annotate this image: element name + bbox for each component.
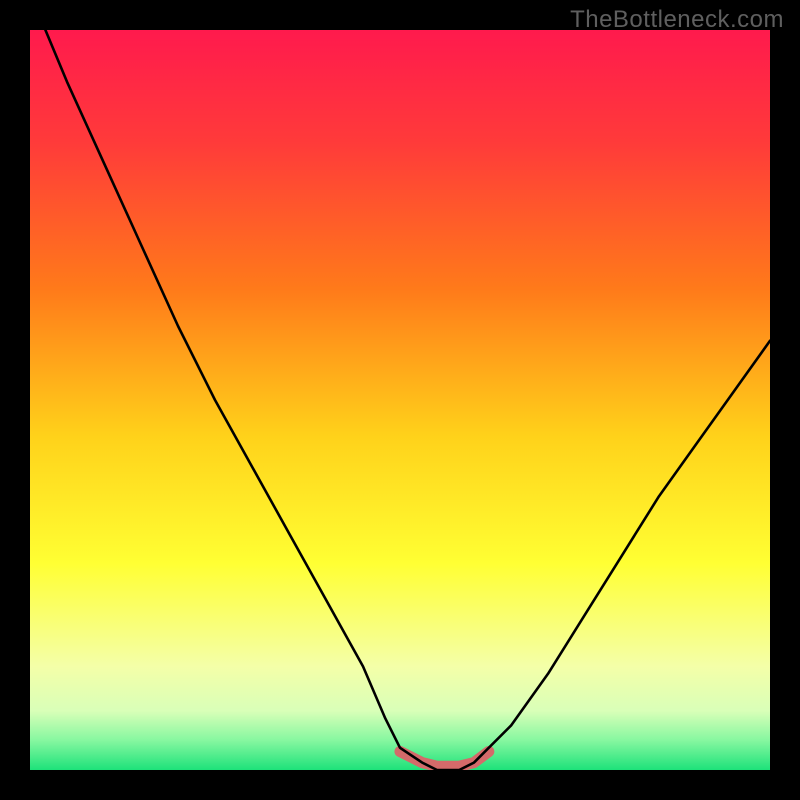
chart-frame: TheBottleneck.com [0,0,800,800]
curve-layer [30,30,770,770]
bottleneck-curve-path [30,30,770,770]
optimal-band-path [400,752,489,767]
watermark-text: TheBottleneck.com [570,6,784,34]
plot-area [30,30,770,770]
